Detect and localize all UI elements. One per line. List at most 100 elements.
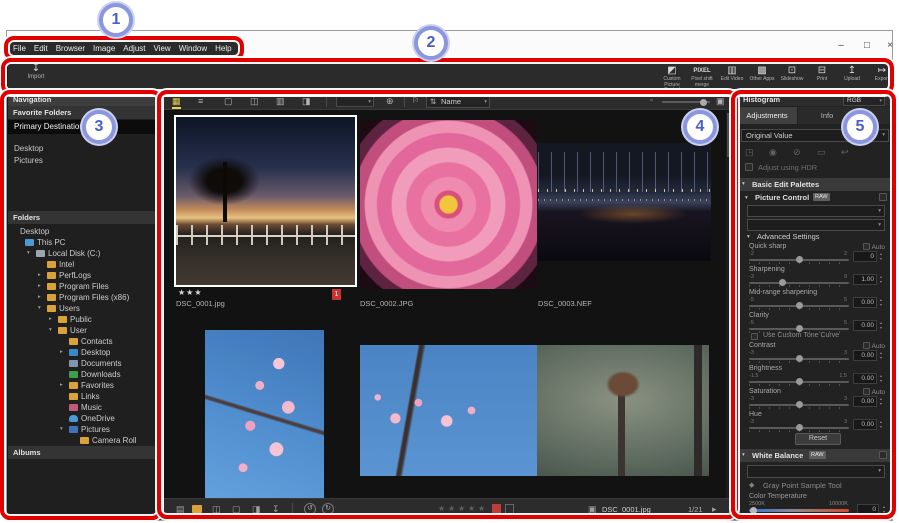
rating-star-3[interactable]: ★ — [458, 504, 465, 513]
auto-checkbox[interactable]: Auto — [863, 388, 885, 396]
maximize-button[interactable]: □ — [858, 38, 876, 53]
thumbnail-photo-4[interactable] — [205, 330, 324, 498]
value-input[interactable]: 1.00 — [853, 274, 877, 285]
single-icon[interactable]: ▢ — [232, 503, 241, 515]
slider-handle[interactable] — [700, 99, 707, 106]
collapse-icon[interactable]: ▸ — [60, 347, 63, 358]
filter-flag-icon[interactable]: ⚐ — [412, 95, 419, 107]
collapse-icon[interactable]: ▸ — [60, 380, 63, 391]
tree-item-onedrive[interactable]: OneDrive — [8, 413, 161, 424]
current-folder-icon[interactable] — [192, 505, 202, 513]
slider-handle[interactable] — [796, 378, 803, 385]
label-badge[interactable]: 1 — [332, 289, 341, 300]
import-small-icon[interactable]: ↧ — [272, 503, 280, 515]
value-input[interactable]: 0.00 — [853, 373, 877, 384]
value-input[interactable]: 0 — [853, 251, 877, 262]
tree-item-user-desktop[interactable]: ▸Desktop — [8, 347, 161, 358]
slider-track[interactable] — [749, 282, 849, 284]
temp-value-input[interactable]: 0 — [857, 504, 879, 515]
custom-picture-control-button[interactable]: ◩Custom Picture Control — [657, 63, 687, 91]
slider-handle[interactable] — [796, 302, 803, 309]
split-view-icon[interactable]: ◨ — [302, 95, 311, 107]
slideshow-button[interactable]: ⊡Slideshow — [777, 63, 807, 91]
gray-point-sample-label[interactable]: Gray Point Sample Tool — [763, 481, 842, 490]
other-apps-button[interactable]: ▩Other Apps — [747, 63, 777, 91]
thumbnail-size-slider[interactable] — [662, 101, 710, 103]
slider-handle[interactable] — [796, 401, 803, 408]
slider-handle[interactable] — [750, 507, 757, 514]
menu-view[interactable]: View — [150, 40, 175, 58]
tree-item-documents[interactable]: Documents — [8, 358, 161, 369]
spinner[interactable]: ▴▾ — [878, 396, 884, 407]
tree-item-public[interactable]: ▸Public — [8, 314, 161, 325]
collapse-icon[interactable]: ▸ — [38, 281, 41, 292]
picture-control-fine-select[interactable]: ▾ — [747, 219, 885, 231]
rotate-ccw-button[interactable]: ↺ — [304, 503, 316, 515]
expand-icon[interactable]: ▾ — [38, 303, 41, 314]
menu-browser[interactable]: Browser — [52, 40, 89, 58]
white-balance-select[interactable]: ▾ — [747, 465, 885, 478]
folder-up-icon[interactable]: ▤ — [176, 503, 185, 515]
scrollbar-track[interactable] — [726, 110, 735, 498]
collapse-icon[interactable]: ▸ — [38, 292, 41, 303]
albums-header[interactable]: Albums — [8, 446, 161, 459]
favorite-pictures[interactable]: Pictures — [8, 155, 161, 167]
tree-item-user[interactable]: ▾User — [8, 325, 161, 336]
tree-item-program-files[interactable]: ▸Program Files — [8, 281, 161, 292]
sort-select[interactable]: ⇅ Name ▾ — [426, 95, 490, 108]
checkbox[interactable] — [863, 243, 870, 250]
tree-item-favorites[interactable]: ▸Favorites — [8, 380, 161, 391]
color-temperature-slider[interactable] — [749, 509, 849, 512]
spinner[interactable]: ▴▾ — [878, 373, 884, 384]
tree-item-local-disk[interactable]: ▾Local Disk (C:) — [8, 248, 161, 259]
list-view-icon[interactable]: ≡ — [198, 95, 203, 107]
menu-adjust[interactable]: Adjust — [119, 40, 149, 58]
checkbox[interactable] — [863, 388, 870, 395]
label-picker-button[interactable] — [505, 504, 514, 514]
menu-help[interactable]: Help — [211, 40, 235, 58]
spinner[interactable]: ▴▾ — [878, 251, 884, 262]
basic-edit-palettes-section[interactable]: ▾Basic Edit Palettes — [737, 178, 893, 191]
revert-icon[interactable]: ↩ — [841, 147, 849, 158]
menu-image[interactable]: Image — [89, 40, 119, 58]
rating-star-4[interactable]: ★ — [468, 504, 475, 513]
grid-view-icon[interactable]: ▦ — [172, 95, 181, 109]
edit-video-button[interactable]: ▥Edit Video — [717, 63, 747, 91]
tab-info[interactable]: Info — [798, 107, 856, 124]
thumbnail-photo-6[interactable] — [537, 345, 709, 476]
slider-handle[interactable] — [779, 279, 786, 286]
adjustment-preset-select[interactable]: Original Value▾ — [741, 129, 889, 142]
checkbox[interactable] — [863, 342, 870, 349]
rotate-cw-button[interactable]: ↻ — [322, 503, 334, 515]
white-balance-checkbox[interactable] — [879, 451, 887, 459]
spinner[interactable]: ▴▾ — [878, 274, 884, 285]
upload-button[interactable]: ↥Upload — [837, 63, 867, 91]
folders-header[interactable]: Folders — [8, 211, 161, 224]
pixel-shift-merge-button[interactable]: PIXELPixel shift merge — [687, 63, 717, 91]
thumbnail-photo-2[interactable] — [360, 120, 537, 289]
crop-tool-icon[interactable]: ▭ — [817, 147, 826, 158]
value-input[interactable]: 0.00 — [853, 297, 877, 308]
spinner[interactable]: ▴▾ — [878, 320, 884, 331]
tab-adjustments[interactable]: Adjustments — [737, 107, 797, 124]
slider-handle[interactable] — [796, 325, 803, 332]
expand-icon[interactable]: ▾ — [49, 325, 52, 336]
filmstrip-view-icon[interactable]: ▥ — [276, 95, 285, 107]
export-button[interactable]: ↦Export — [867, 63, 897, 91]
spinner[interactable]: ▴▾ — [878, 419, 884, 430]
value-input[interactable]: 0.00 — [853, 396, 877, 407]
value-input[interactable]: 0.00 — [853, 320, 877, 331]
tree-item-this-pc[interactable]: This PC — [8, 237, 161, 248]
menu-edit[interactable]: Edit — [30, 40, 52, 58]
import-button[interactable]: ↧ Import — [14, 63, 58, 81]
rating-star-1[interactable]: ★ — [438, 504, 445, 513]
split-icon[interactable]: ◨ — [252, 503, 261, 515]
picture-control-select[interactable]: ▾ — [747, 205, 885, 217]
scrollbar-thumb[interactable] — [727, 113, 733, 157]
close-button[interactable]: × — [881, 38, 899, 53]
white-balance-section[interactable]: ▾White BalanceRAW — [737, 449, 893, 462]
tree-item-pictures[interactable]: ▾Pictures — [8, 424, 161, 435]
minimize-button[interactable]: – — [832, 38, 850, 53]
paste-adjustments-icon[interactable]: ◉ — [769, 147, 777, 158]
spinner[interactable]: ▴▾ — [878, 297, 884, 308]
